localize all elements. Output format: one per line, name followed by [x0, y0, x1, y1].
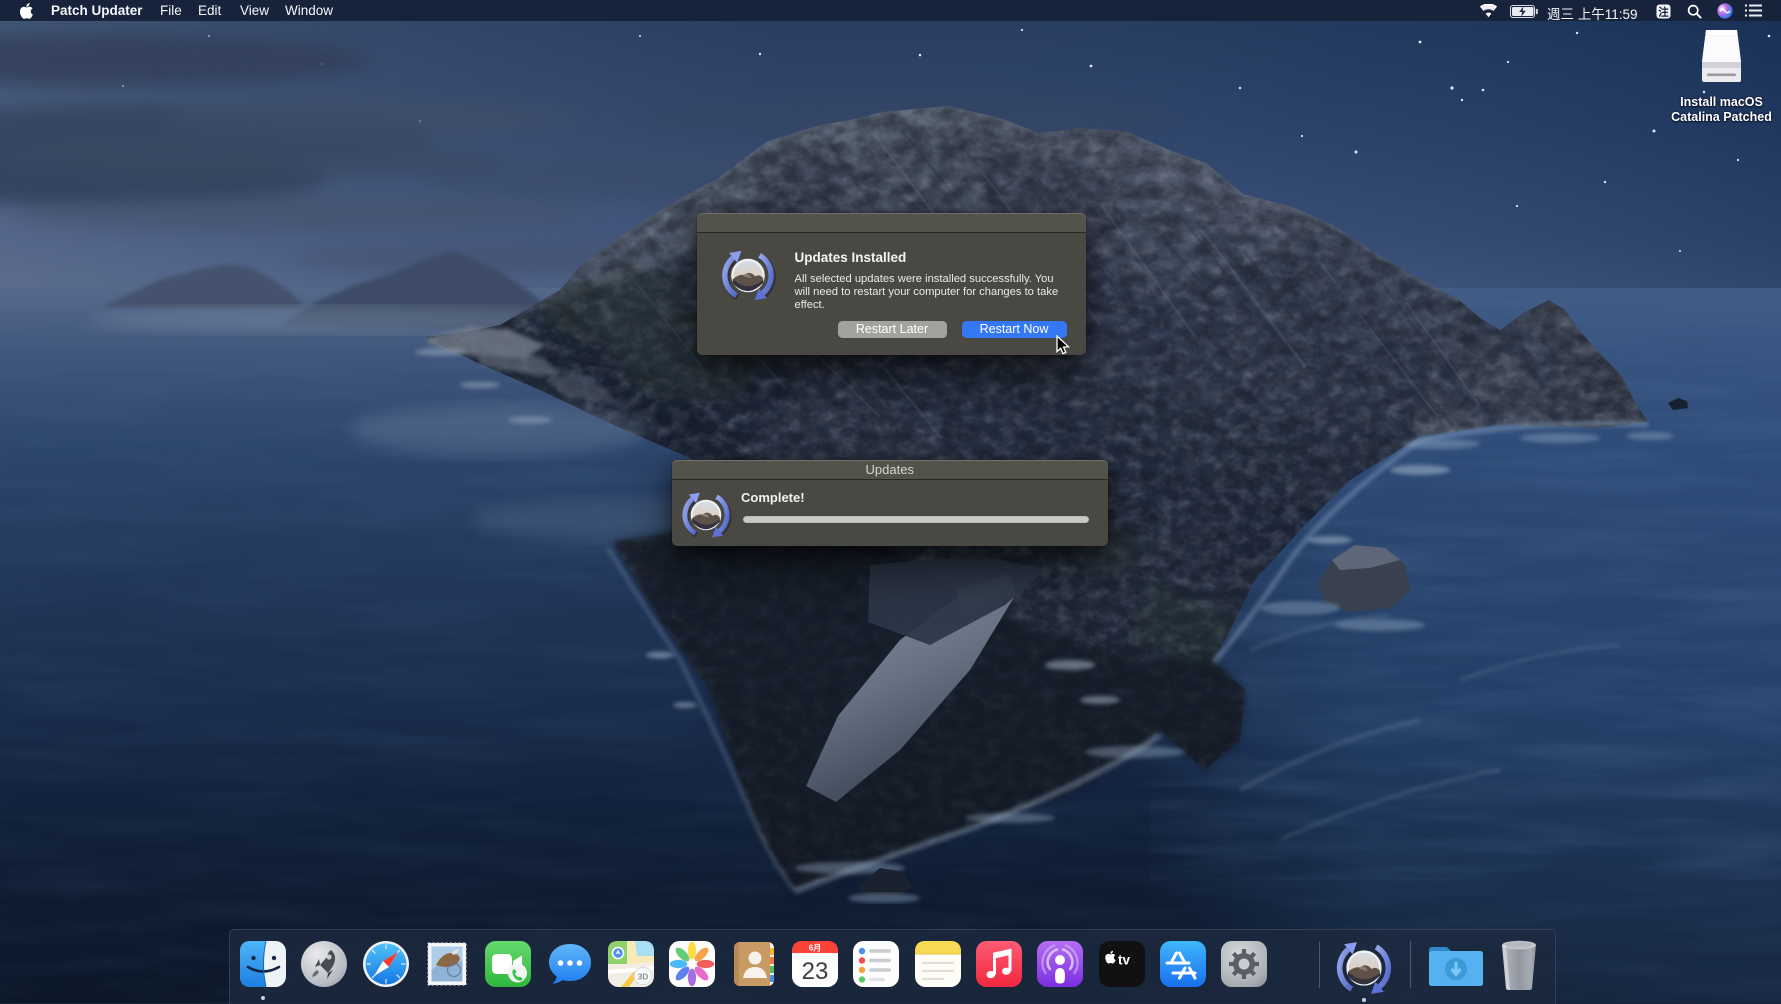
svg-text:6月: 6月 — [809, 944, 821, 953]
svg-text:tv: tv — [1118, 953, 1130, 968]
svg-text:23: 23 — [802, 958, 829, 985]
svg-text:3D: 3D — [637, 971, 648, 981]
svg-text:注: 注 — [1658, 5, 1669, 18]
